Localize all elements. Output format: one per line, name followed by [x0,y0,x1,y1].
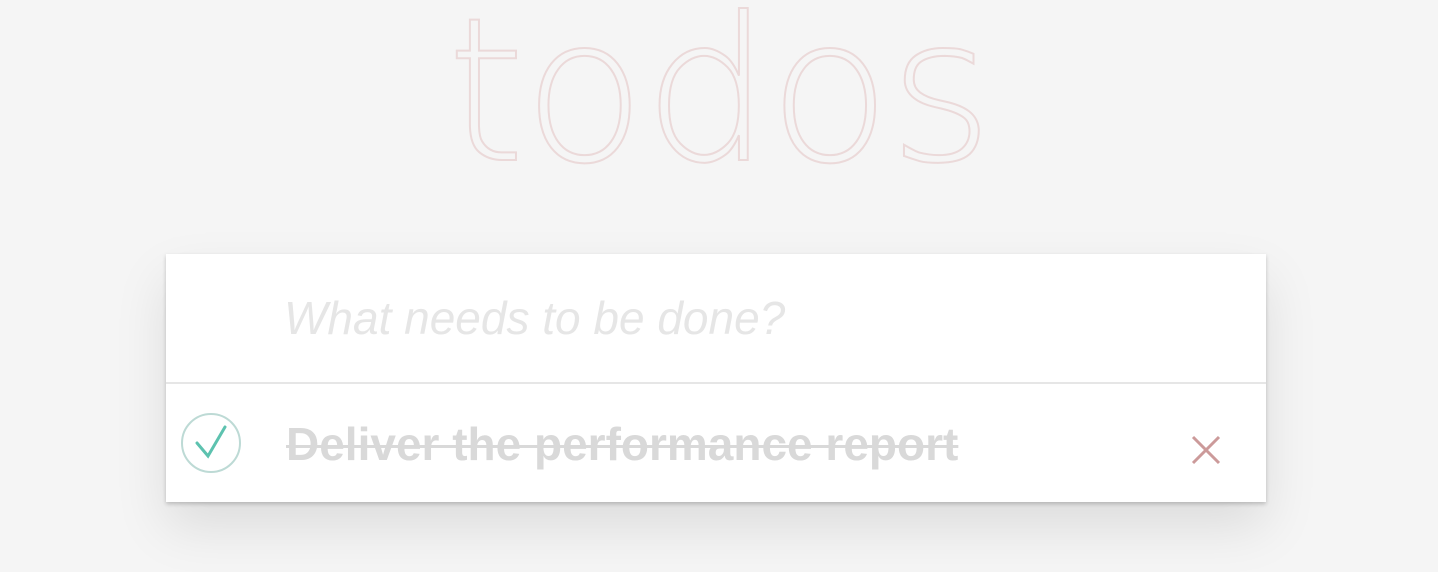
todo-item: Deliver the performance report [166,384,1266,502]
todo-label[interactable]: Deliver the performance report [286,418,958,470]
new-todo-input[interactable] [166,254,1266,384]
todo-panel: Deliver the performance report [166,254,1266,502]
checkmark-circle-icon[interactable] [181,413,241,473]
close-icon[interactable] [1186,430,1226,470]
app-title: todos [446,0,994,209]
todo-app: todos Deliver the performance report [0,0,1438,572]
